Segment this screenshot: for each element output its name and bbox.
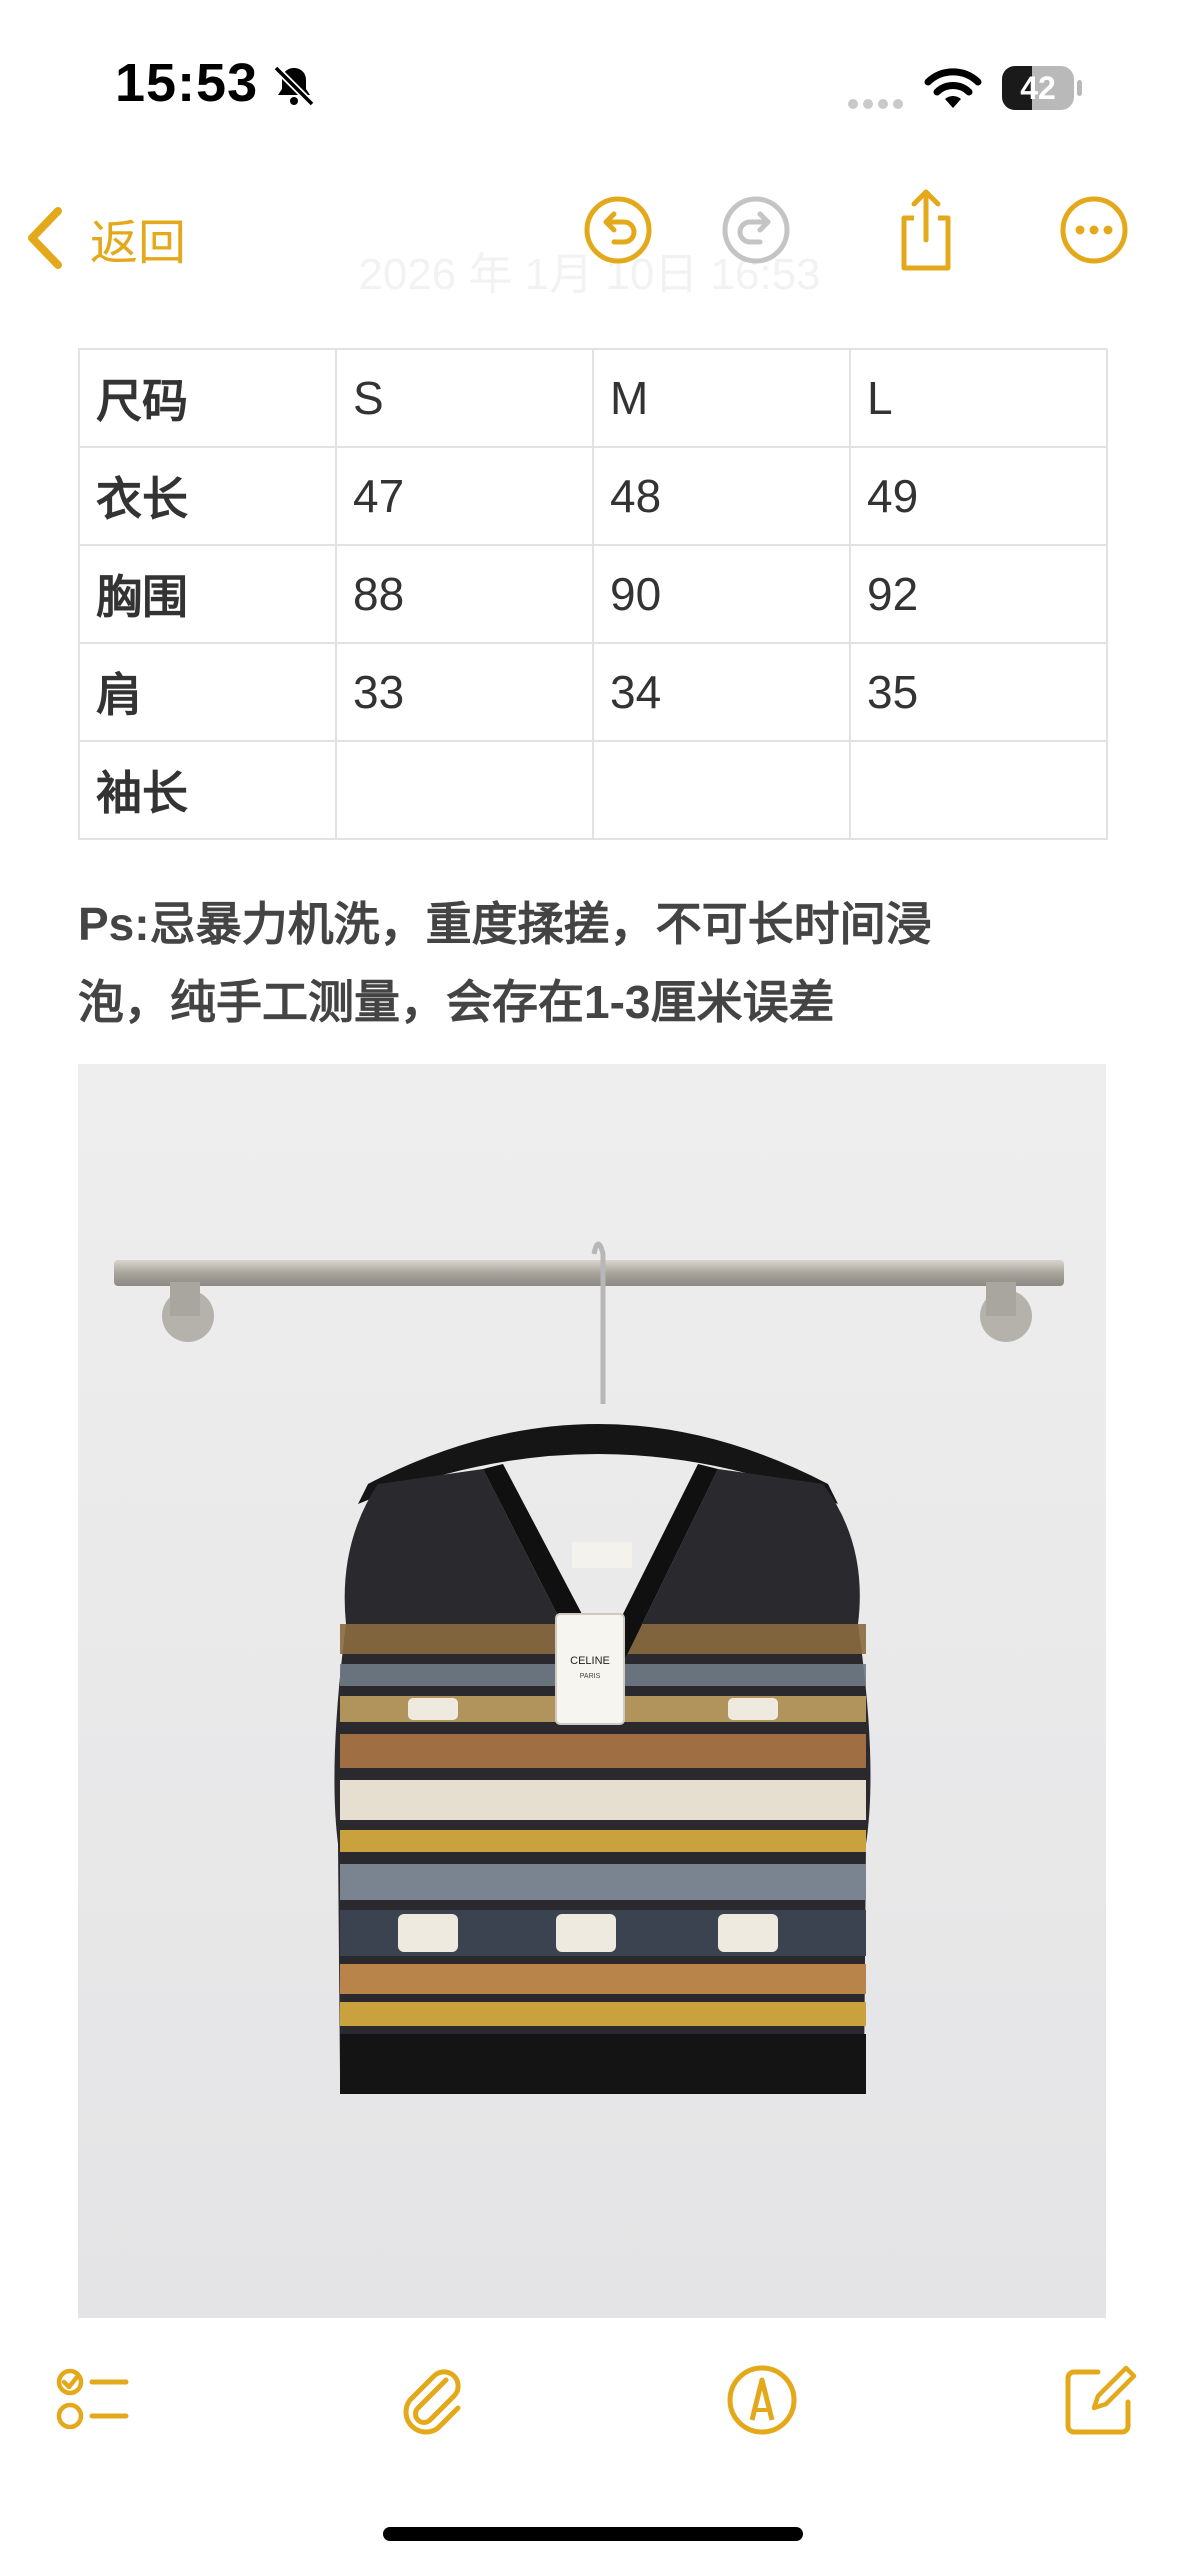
paperclip-icon[interactable]	[392, 2360, 472, 2440]
table-cell[interactable]: 33	[335, 642, 594, 742]
product-photo[interactable]: CELINE PARIS	[78, 1064, 1106, 2318]
battery-indicator: 42	[1002, 66, 1082, 110]
table-row: 胸围 88 90 92	[78, 544, 1108, 644]
table-cell[interactable]: 34	[592, 642, 851, 742]
table-cell[interactable]: M	[592, 348, 851, 448]
table-row: 尺码 S M L	[78, 348, 1108, 448]
table-cell[interactable]	[849, 740, 1108, 840]
table-cell[interactable]	[335, 740, 594, 840]
cellular-signal-icon	[848, 96, 908, 114]
battery-level: 42	[1020, 70, 1056, 106]
status-bar: 15:53 42	[0, 0, 1179, 170]
checklist-icon[interactable]	[54, 2360, 134, 2440]
wifi-icon	[924, 68, 982, 108]
tag-sub: PARIS	[580, 1673, 601, 1680]
navigation-bar: 2026 年 1月 10日 16:53 返回	[0, 170, 1179, 320]
row-header-cell[interactable]: 肩	[78, 642, 337, 742]
redo-icon[interactable]	[718, 192, 794, 268]
table-cell[interactable]: 47	[335, 446, 594, 546]
table-cell[interactable]: 90	[592, 544, 851, 644]
care-note-line: 泡，纯手工测量，会存在1-3厘米误差	[78, 976, 835, 1028]
table-cell[interactable]: 92	[849, 544, 1108, 644]
table-row: 衣长 47 48 49	[78, 446, 1108, 546]
back-button[interactable]: 返回	[22, 198, 186, 278]
chevron-left-icon	[28, 207, 62, 269]
table-cell[interactable]: S	[335, 348, 594, 448]
tag-brand: CELINE	[570, 1655, 610, 1667]
table-row: 袖长	[78, 740, 1108, 840]
table-cell[interactable]: 88	[335, 544, 594, 644]
bell-slash-icon	[273, 65, 315, 107]
bottom-toolbar	[0, 2340, 1179, 2470]
status-time: 15:53	[115, 53, 259, 113]
compose-icon[interactable]	[1060, 2360, 1140, 2440]
undo-icon[interactable]	[580, 192, 656, 268]
knit-vest-image: CELINE PARIS	[78, 1064, 1106, 2318]
table-cell[interactable]: 48	[592, 446, 851, 546]
table-cell[interactable]: L	[849, 348, 1108, 448]
row-header-cell[interactable]: 尺码	[78, 348, 337, 448]
table-row: 肩 33 34 35	[78, 642, 1108, 742]
row-header-cell[interactable]: 衣长	[78, 446, 337, 546]
table-cell[interactable]: 49	[849, 446, 1108, 546]
size-table: 尺码 S M L 衣长 47 48 49 胸围 88 90 92 肩 33 34 35 袖长	[78, 348, 1108, 840]
table-cell[interactable]	[592, 740, 851, 840]
care-note-line: Ps:忌暴力机洗，重度揉搓，不可长时间浸	[78, 898, 932, 950]
share-icon[interactable]	[888, 184, 964, 274]
table-cell[interactable]: 35	[849, 642, 1108, 742]
care-note[interactable]: Ps:忌暴力机洗，重度揉搓，不可长时间浸 泡，纯手工测量，会存在1-3厘米误差	[78, 885, 1118, 1041]
row-header-cell[interactable]: 袖长	[78, 740, 337, 840]
row-header-cell[interactable]: 胸围	[78, 544, 337, 644]
markup-pen-icon[interactable]	[722, 2360, 802, 2440]
more-icon[interactable]	[1056, 192, 1132, 268]
back-label: 返回	[90, 217, 187, 270]
home-indicator[interactable]	[383, 2527, 803, 2541]
